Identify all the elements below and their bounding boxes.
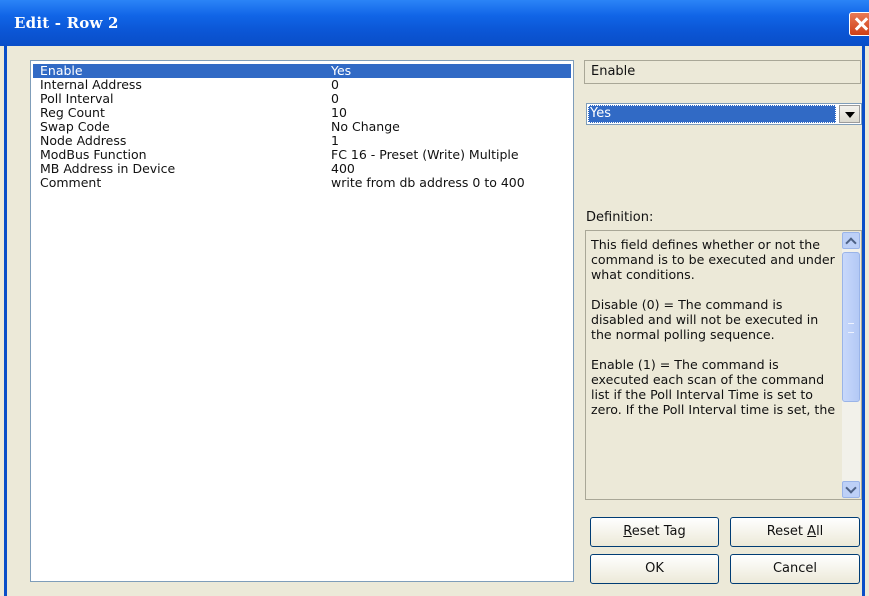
row-name: Reg Count [40,105,105,120]
row-value: 400 [331,162,355,176]
row-value: Yes [331,64,352,78]
reset-tag-mnemonic: R [623,524,632,539]
reset-tag-label: eset Tag [631,524,686,539]
scroll-up-icon[interactable] [842,232,860,249]
list-row-internal-address[interactable]: Internal Address 0 [33,78,571,92]
chevron-down-icon[interactable] [839,105,860,123]
row-name: Enable [40,63,83,78]
reset-all-button[interactable]: Reset All [730,517,860,547]
title-bar[interactable]: Edit - Row 2 [0,0,869,46]
row-name: MB Address in Device [40,161,176,176]
edit-row-dialog: Edit - Row 2 Enable Yes Internal Address… [0,0,869,596]
reset-all-label-end: ll [816,524,824,539]
value-select-current[interactable]: Yes [588,105,836,123]
cancel-button[interactable]: Cancel [730,554,860,584]
row-name: Internal Address [40,77,142,92]
row-value: 1 [331,134,339,148]
reset-all-mnemonic: A [807,524,817,539]
row-name: ModBus Function [40,147,147,162]
row-name: Node Address [40,133,127,148]
list-row-node-address[interactable]: Node Address 1 [33,134,571,148]
definition-label: Definition: [586,210,654,225]
row-name: Swap Code [40,119,110,134]
selected-field-name: Enable [584,60,861,84]
list-row-poll-interval[interactable]: Poll Interval 0 [33,92,571,106]
scroll-thumb[interactable] [842,252,860,402]
row-value: 0 [331,78,339,92]
list-row-mb-address[interactable]: MB Address in Device 400 [33,162,571,176]
definition-scrollbar[interactable] [842,232,860,498]
row-value: No Change [331,120,400,134]
row-value: 0 [331,92,339,106]
list-row-reg-count[interactable]: Reg Count 10 [33,106,571,120]
row-value: write from db address 0 to 400 [331,176,525,190]
reset-all-label-start: Reset [766,524,808,539]
list-row-comment[interactable]: Comment write from db address 0 to 400 [33,176,571,190]
list-row-swap-code[interactable]: Swap Code No Change [33,120,571,134]
list-row-enable[interactable]: Enable Yes [33,64,571,78]
parameter-list[interactable]: Enable Yes Internal Address 0 Poll Inter… [30,60,574,582]
row-name: Comment [40,175,102,190]
definition-box: This field defines whether or not the co… [585,230,862,500]
close-icon[interactable] [849,12,869,36]
reset-tag-button[interactable]: Reset Tag [590,517,719,547]
row-name: Poll Interval [40,91,114,106]
value-select[interactable]: Yes [586,103,862,125]
ok-button[interactable]: OK [590,554,719,584]
scroll-down-icon[interactable] [842,481,860,498]
row-value: FC 16 - Preset (Write) Multiple [331,148,519,162]
window-title: Edit - Row 2 [14,14,119,32]
definition-text: This field defines whether or not the co… [591,237,836,417]
list-row-modbus-function[interactable]: ModBus Function FC 16 - Preset (Write) M… [33,148,571,162]
row-value: 10 [331,106,347,120]
